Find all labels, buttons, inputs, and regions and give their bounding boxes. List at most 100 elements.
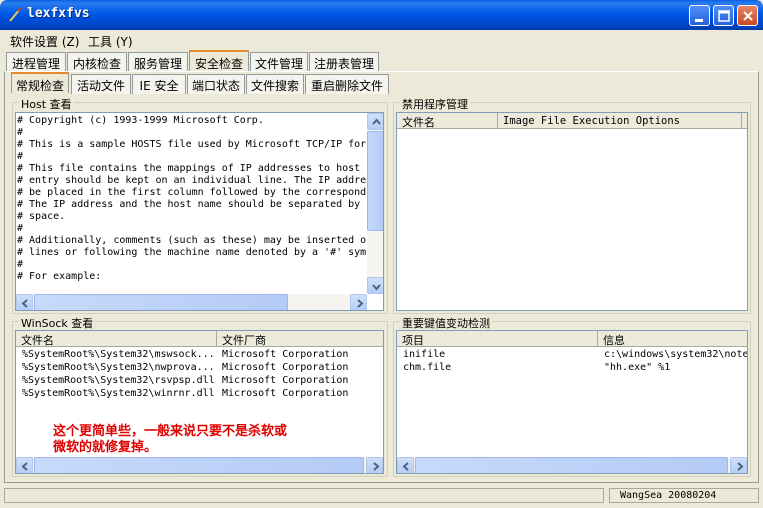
tab-kernel[interactable]: 内核检查 xyxy=(67,52,127,72)
scroll-left-button[interactable] xyxy=(397,457,414,473)
table-row[interactable]: %SystemRoot%\System32\mswsock... Microsof… xyxy=(16,349,376,362)
app-icon xyxy=(9,7,22,22)
hosts-hscrollbar[interactable] xyxy=(16,294,367,310)
annotation-line-1: 这个更简单些，一般来说只要不是杀软或 xyxy=(53,424,288,439)
sub-tab-bar: 常规检查 活动文件 IE 安全 端口状态 文件搜索 重启删除文件 xyxy=(4,72,759,94)
table-row[interactable]: chm.file "hh.exe" %1 xyxy=(397,362,747,375)
minimize-icon xyxy=(695,19,703,22)
keys-group-title: 重要键值变动检测 xyxy=(400,315,492,331)
table-cell: "hh.exe" %1 xyxy=(604,362,671,373)
hosts-group-title: Host 查看 xyxy=(19,96,74,112)
scroll-left-button[interactable] xyxy=(16,294,33,310)
keys-hscrollbar[interactable] xyxy=(397,457,747,473)
scroll-right-button[interactable] xyxy=(366,457,383,473)
menu-tools[interactable]: 工具 (Y) xyxy=(88,33,133,50)
table-cell: c:\windows\system32\note xyxy=(604,349,748,360)
chevron-left-icon xyxy=(21,299,28,308)
column-header-info[interactable]: 信息 xyxy=(598,331,747,347)
scroll-right-button[interactable] xyxy=(730,457,747,473)
close-icon xyxy=(743,11,753,21)
hosts-line: # This is a sample HOSTS file used by Mi… xyxy=(17,139,367,150)
status-text: WangSea 20080204 xyxy=(609,488,759,503)
keys-list[interactable]: 项目 信息 inifile c:\windows\system32\note chm… xyxy=(396,330,748,474)
column-header-filename[interactable]: 文件名 xyxy=(16,331,217,347)
hosts-line: # This file contains the mappings of IP … xyxy=(17,163,361,174)
winsock-group-title: WinSock 查看 xyxy=(19,315,96,331)
scroll-thumb[interactable] xyxy=(367,131,383,231)
tab-active-files[interactable]: 活动文件 xyxy=(71,74,131,94)
chevron-right-icon xyxy=(357,299,364,308)
minimize-button[interactable] xyxy=(689,5,710,26)
scroll-left-button[interactable] xyxy=(16,457,33,473)
table-cell: %SystemRoot%\System32\rsvpsp.dll xyxy=(22,375,215,386)
title-bar[interactable]: lexfxfvs xyxy=(0,0,763,30)
hosts-line: # xyxy=(17,151,24,162)
winsock-rows: %SystemRoot%\System32\mswsock... Microsof… xyxy=(16,349,376,401)
tab-reboot-delete[interactable]: 重启删除文件 xyxy=(305,74,389,94)
scroll-thumb[interactable] xyxy=(34,457,364,473)
hosts-text: # Copyright (c) 1993-1999 Microsoft Corp… xyxy=(17,115,366,283)
column-header-item[interactable]: 项目 xyxy=(397,331,598,347)
table-row[interactable]: %SystemRoot%\System32\rsvpsp.dll Microsof… xyxy=(16,375,376,388)
table-cell: %SystemRoot%\System32\winrnr.dll xyxy=(22,388,215,399)
hosts-line: # xyxy=(17,223,24,234)
tab-port-status[interactable]: 端口状态 xyxy=(187,74,245,94)
table-cell: inifile xyxy=(403,349,446,360)
hosts-line: # For example: xyxy=(17,271,102,282)
hosts-line: # Copyright (c) 1993-1999 Microsoft Corp… xyxy=(17,115,264,126)
column-header-filename[interactable]: 文件名 xyxy=(397,113,498,129)
tab-registry[interactable]: 注册表管理 xyxy=(309,52,379,72)
tab-ie-security[interactable]: IE 安全 xyxy=(132,74,186,94)
disabled-programs-title: 禁用程序管理 xyxy=(400,96,470,112)
tab-services[interactable]: 服务管理 xyxy=(128,52,188,72)
status-bar: WangSea 20080204 xyxy=(4,487,759,504)
scroll-up-button[interactable] xyxy=(367,113,383,130)
table-row[interactable]: %SystemRoot%\System32\winrnr.dll Microsof… xyxy=(16,388,376,401)
maximize-icon xyxy=(718,10,730,22)
column-header-vendor[interactable]: 文件厂商 xyxy=(217,331,383,347)
maximize-button[interactable] xyxy=(713,5,734,26)
hosts-line: # The IP address and the host name shoul… xyxy=(17,199,361,210)
menu-settings[interactable]: 软件设置 (Z) xyxy=(10,33,79,50)
hosts-line: # space. xyxy=(17,211,66,222)
tab-security[interactable]: 安全检查 xyxy=(189,50,249,71)
status-cell-empty xyxy=(4,488,604,503)
tab-file-search[interactable]: 文件搜索 xyxy=(246,74,304,94)
winsock-hscrollbar[interactable] xyxy=(16,457,383,473)
scroll-thumb[interactable] xyxy=(415,457,728,473)
chevron-left-icon xyxy=(21,462,28,471)
table-row[interactable]: inifile c:\windows\system32\note xyxy=(397,349,748,362)
column-header-filler xyxy=(742,113,747,129)
hosts-line: # lines or following the machine name de… xyxy=(17,247,367,258)
column-header-ifeo[interactable]: Image File Execution Options xyxy=(498,113,742,129)
scroll-right-button[interactable] xyxy=(350,294,367,310)
table-cell: Microsoft Corporation xyxy=(222,388,349,399)
table-cell: chm.file xyxy=(403,362,452,373)
hosts-line: # be placed in the first column followed… xyxy=(17,187,367,198)
chevron-left-icon xyxy=(402,462,409,471)
tab-files[interactable]: 文件管理 xyxy=(250,52,308,72)
annotation-note: 这个更简单些，一般来说只要不是杀软或 微软的就修复掉。 xyxy=(53,424,287,456)
hosts-vscrollbar[interactable] xyxy=(367,113,383,294)
tab-general-check[interactable]: 常规检查 xyxy=(11,72,69,93)
hosts-line: # xyxy=(17,259,24,270)
scroll-down-button[interactable] xyxy=(367,277,383,294)
table-cell: Microsoft Corporation xyxy=(222,362,349,373)
table-row[interactable]: %SystemRoot%\System32\nwprova... Microsof… xyxy=(16,362,376,375)
chevron-right-icon xyxy=(737,462,744,471)
keys-rows: inifile c:\windows\system32\note chm.file "… xyxy=(397,349,748,375)
table-cell: %SystemRoot%\System32\mswsock... xyxy=(22,349,215,360)
tab-process[interactable]: 进程管理 xyxy=(6,52,66,72)
window-title: lexfxfvs xyxy=(27,6,90,21)
disabled-programs-list[interactable]: 文件名 Image File Execution Options xyxy=(396,112,748,311)
menu-bar: 软件设置 (Z) 工具 (Y) xyxy=(4,30,759,50)
hosts-textbox[interactable]: # Copyright (c) 1993-1999 Microsoft Corp… xyxy=(15,112,384,311)
chevron-right-icon xyxy=(373,462,380,471)
chevron-down-icon xyxy=(372,284,381,291)
close-button[interactable] xyxy=(737,5,758,26)
main-tab-bar: 进程管理 内核检查 服务管理 安全检查 文件管理 注册表管理 xyxy=(4,50,759,72)
hosts-line: # entry should be kept on an individual … xyxy=(17,175,367,186)
scroll-thumb[interactable] xyxy=(34,294,288,310)
annotation-line-2: 微软的就修复掉。 xyxy=(53,440,158,455)
hosts-line: # Additionally, comments (such as these)… xyxy=(17,235,367,246)
